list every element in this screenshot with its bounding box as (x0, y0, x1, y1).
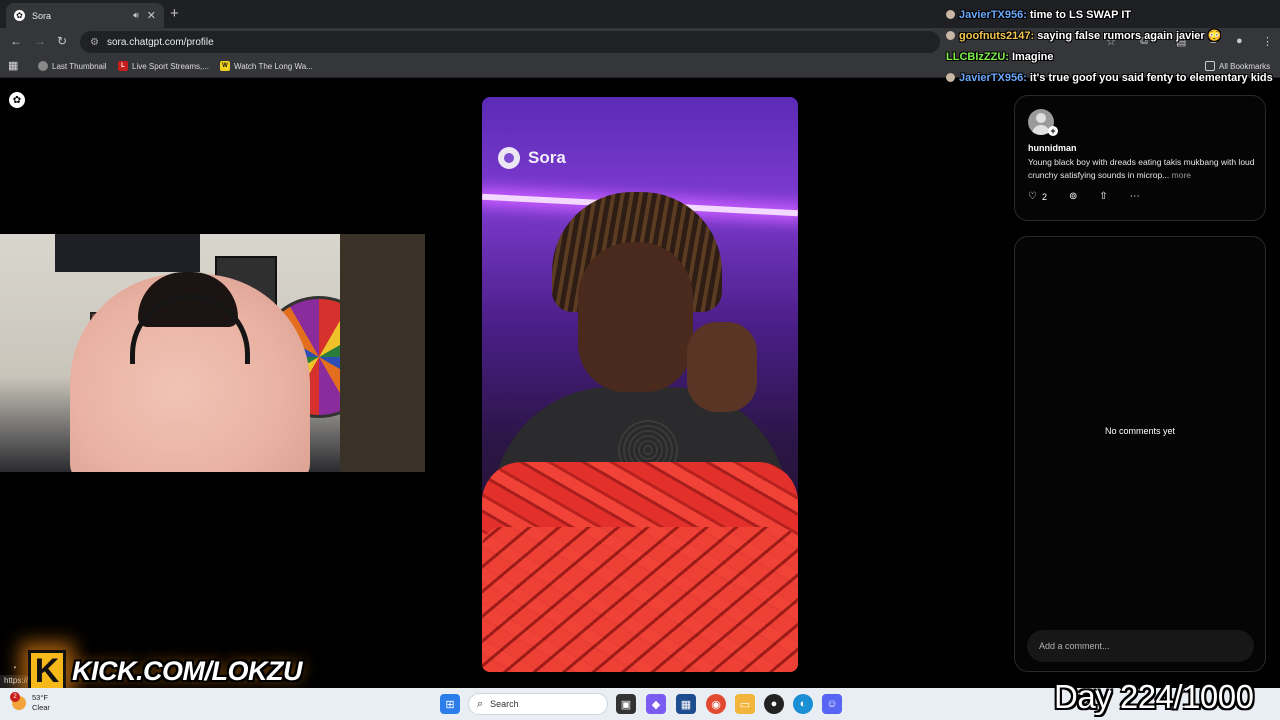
notification-badge: 2 (10, 692, 20, 702)
loading-icon: ◔ (11, 663, 18, 674)
chat-username: JavierTX956: (959, 71, 1027, 84)
new-tab-icon[interactable]: + (170, 5, 179, 22)
close-tab-icon[interactable]: ✕ (147, 9, 156, 22)
chat-username: JavierTX956: (959, 8, 1027, 21)
kick-overlay: K KICK.COM/LOKZU (28, 650, 302, 692)
stream-chat-overlay: JavierTX956: time to LS SWAP IT goofnuts… (946, 4, 1280, 88)
windows-start-icon[interactable]: ⊞ (440, 694, 460, 714)
kick-url: KICK.COM/LOKZU (72, 655, 302, 686)
post-actions: ♡ 2 ⊚ ⇧ ⋯ (1028, 191, 1162, 202)
sora-favicon-icon: ✿ (14, 10, 25, 21)
share-button[interactable]: ⇧ (1099, 191, 1107, 202)
bookmark-label: Last Thumbnail (52, 61, 107, 71)
reload-icon[interactable]: ↻ (57, 34, 67, 48)
chat-badge-icon (946, 10, 955, 19)
chrome-icon[interactable]: ◉ (706, 694, 726, 714)
tab-title: Sora (32, 10, 52, 21)
ellipsis-icon: ⋯ (1129, 191, 1140, 202)
copilot-icon[interactable]: ◆ (646, 694, 666, 714)
poster-image (55, 234, 200, 272)
search-label: Search (490, 699, 519, 709)
more-link[interactable]: more (1172, 170, 1191, 180)
speaker-icon[interactable]: 🔊︎ (133, 10, 139, 21)
remix-icon: ⊚ (1068, 191, 1078, 202)
description-text: Young black boy with dreads eating takis… (1028, 157, 1255, 180)
chat-username: goofnuts2147: (959, 29, 1035, 42)
remix-button[interactable]: ⊚ (1069, 191, 1077, 202)
sora-logo-icon[interactable]: ✿ (9, 92, 25, 108)
chat-message: JavierTX956: time to LS SWAP IT (946, 4, 1280, 25)
weather-condition: Clear (32, 703, 50, 712)
file-explorer-icon[interactable]: ▭ (735, 694, 755, 714)
face-shape (578, 242, 693, 392)
task-view-icon[interactable]: ▣ (616, 694, 636, 714)
screen: ✿ Sora 🔊︎ ✕ + ← → ↻ ⚙ sora.chatgpt.com/p… (0, 0, 1280, 720)
chat-message: LLCBIzZZU: Imagine (946, 46, 1280, 67)
post-description: Young black boy with dreads eating takis… (1028, 156, 1256, 182)
like-button[interactable]: ♡ 2 (1028, 191, 1047, 202)
weather-widget[interactable]: 2 53°F Clear (10, 692, 50, 713)
globe-icon (38, 61, 48, 71)
obs-icon[interactable]: ● (764, 694, 784, 714)
sora-video-player[interactable]: Sora (482, 97, 798, 672)
bookmark-live-sport[interactable]: L Live Sport Streams,... (118, 61, 209, 71)
weather-sun-icon: 2 (10, 692, 26, 710)
forward-icon[interactable]: → (34, 34, 46, 48)
tab-sora[interactable]: ✿ Sora 🔊︎ ✕ (6, 3, 164, 28)
url-text: sora.chatgpt.com/profile (106, 36, 214, 48)
heart-icon: ♡ (1028, 191, 1037, 202)
comment-input[interactable] (1027, 630, 1254, 662)
sora-logo-icon (498, 147, 520, 169)
chat-username: LLCBIzZZU: (946, 50, 1009, 63)
post-info-card: + hunnidman Young black boy with dreads … (1014, 95, 1266, 221)
back-icon[interactable]: ← (10, 34, 22, 48)
chat-message: JavierTX956: it's true goof you said fen… (946, 67, 1280, 88)
follow-plus-icon[interactable]: + (1048, 126, 1058, 136)
edge-icon[interactable]: ◐ (793, 694, 813, 714)
takis-pile-shape (482, 527, 798, 672)
discord-icon[interactable]: ☺ (822, 694, 842, 714)
chat-message: goofnuts2147: saying false rumors again … (946, 25, 1280, 46)
apps-grid-icon[interactable]: ▦ (8, 59, 18, 72)
share-icon: ⇧ (1099, 191, 1108, 202)
store-icon[interactable]: ▦ (676, 694, 696, 714)
webcam-feed (0, 234, 425, 472)
live-icon: L (118, 61, 128, 71)
taskbar-search[interactable]: ⌕ Search (468, 693, 608, 715)
watermark-text: Sora (528, 148, 566, 167)
chat-text: time to LS SWAP IT (1029, 8, 1132, 21)
comments-panel: No comments yet (1014, 236, 1266, 672)
bookmark-label: Watch The Long Wa... (234, 61, 313, 71)
chat-text: saying false rumors again javier 😳 (1037, 30, 1222, 42)
chat-badge-icon (946, 73, 955, 82)
bookmark-label: Live Sport Streams,... (132, 61, 209, 71)
search-icon: ⌕ (477, 697, 484, 710)
sora-watermark: Sora (498, 147, 566, 169)
chat-badge-icon (946, 31, 955, 40)
post-username[interactable]: hunnidman (1028, 143, 1077, 153)
address-bar[interactable]: ⚙ sora.chatgpt.com/profile (80, 31, 940, 53)
curtain-image (340, 234, 425, 472)
kick-logo-icon: K (28, 650, 66, 692)
more-options-button[interactable]: ⋯ (1130, 191, 1140, 202)
day-counter-overlay: Day 224/1000 (1054, 678, 1254, 715)
like-count: 2 (1041, 191, 1047, 202)
chat-text: Imagine (1011, 50, 1054, 63)
bookmark-favicon-icon: W (220, 61, 230, 71)
no-comments-text: No comments yet (1104, 426, 1176, 436)
bookmark-watch-long[interactable]: W Watch The Long Wa... (220, 61, 313, 71)
bookmark-last-thumbnail[interactable]: Last Thumbnail (38, 61, 107, 71)
hand-shape (687, 322, 757, 412)
temperature: 53°F (32, 693, 48, 702)
site-info-icon[interactable]: ⚙ (90, 37, 99, 48)
chat-text: it's true goof you said fenty to element… (1029, 71, 1273, 84)
